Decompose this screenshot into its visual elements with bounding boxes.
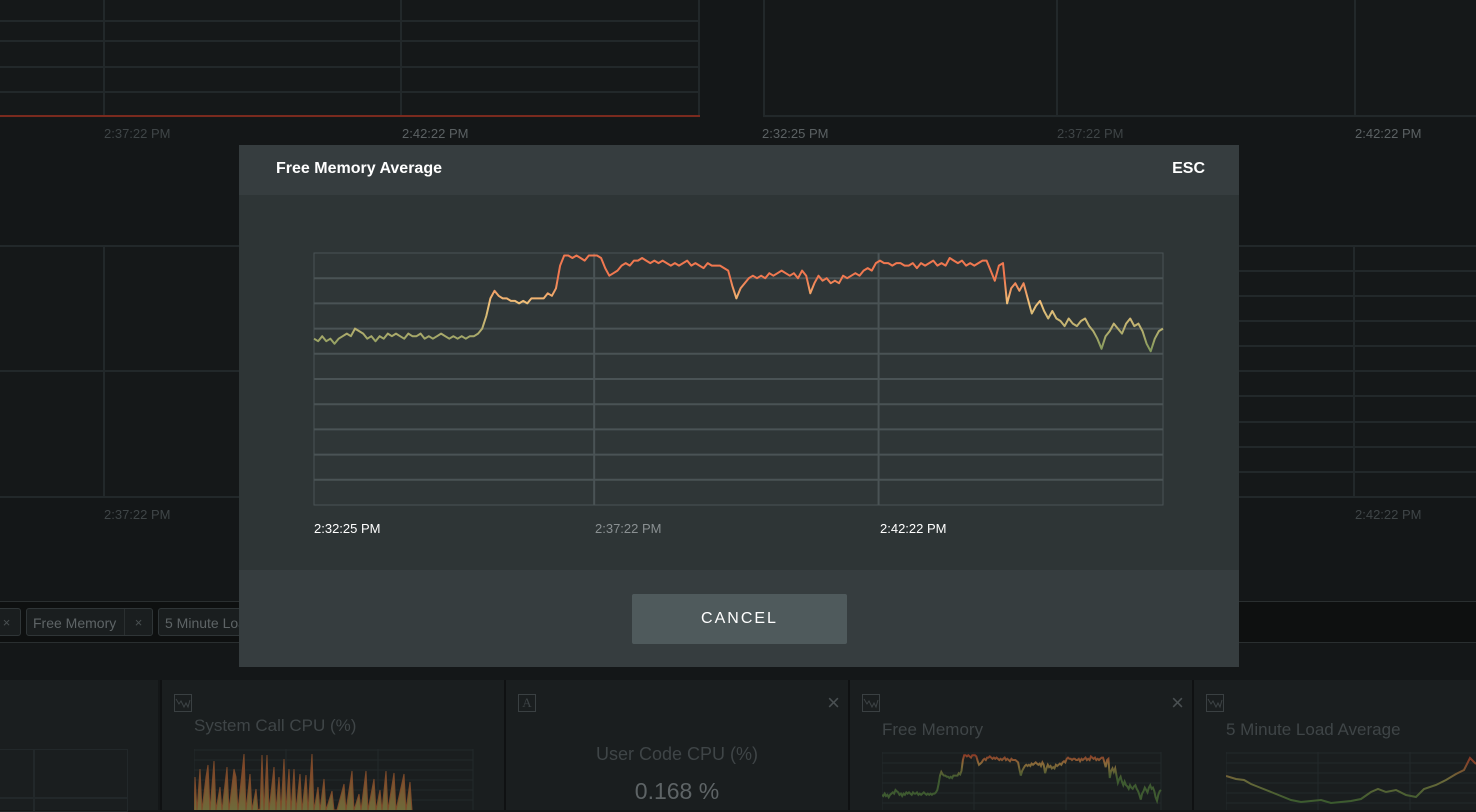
bg-tick: 2:37:22 PM xyxy=(104,507,171,522)
metric-value: 0.168 % xyxy=(634,778,720,804)
bg-tick: 2:42:22 PM xyxy=(1355,507,1422,522)
widget-card-5-minute-load[interactable]: 5 Minute Load Average xyxy=(1192,680,1476,810)
line-chart-icon xyxy=(862,694,880,712)
bg-tick: 2:42:22 PM xyxy=(1355,126,1422,141)
card-title: System Call CPU (%) xyxy=(194,716,357,735)
x-tick-label: 2:42:22 PM xyxy=(880,521,947,536)
tag-label: Free Memory xyxy=(33,615,117,631)
metric-tag[interactable]: × xyxy=(0,608,21,636)
mini-chart xyxy=(0,749,128,812)
widget-card-system-call-cpu[interactable]: System Call CPU (%) xyxy=(160,680,504,810)
system-call-cpu-mini-chart xyxy=(194,749,474,810)
card-title: User Code CPU (%) xyxy=(595,744,759,764)
close-icon[interactable]: × xyxy=(827,690,840,716)
load-average-mini-chart xyxy=(1226,752,1476,810)
x-tick-label: 2:37:22 PM xyxy=(595,521,662,536)
card-title: 5 Minute Load Average xyxy=(1226,720,1401,739)
widget-card-user-code-cpu[interactable]: A × User Code CPU (%) 0.168 % xyxy=(504,680,848,810)
widget-card[interactable] xyxy=(0,680,158,812)
modal-dialog: Free Memory Average ESC 2:32:25 PM 2:37:… xyxy=(239,145,1239,667)
bg-tick: 2:37:22 PM xyxy=(1057,126,1124,141)
bg-panel-mid-left xyxy=(0,245,239,498)
bg-panel-top-left xyxy=(0,0,700,118)
bg-panel-mid-right xyxy=(1239,245,1476,498)
line-chart-icon xyxy=(174,694,192,712)
bg-tick: 2:37:22 PM xyxy=(104,126,171,141)
bg-panel-top-right xyxy=(763,0,1476,118)
free-memory-mini-chart xyxy=(882,752,1162,810)
mini-series-line xyxy=(882,753,1162,805)
modal-footer: CANCEL xyxy=(239,570,1239,667)
line-chart-icon xyxy=(1206,694,1224,712)
metric-tag-free-memory[interactable]: Free Memory × xyxy=(26,608,153,636)
bg-series-line xyxy=(0,115,700,117)
text-icon: A xyxy=(518,694,536,712)
bg-tick: 2:32:25 PM xyxy=(762,126,829,141)
card-title: Free Memory xyxy=(882,720,984,739)
remove-tag-button[interactable]: × xyxy=(124,609,152,635)
widget-card-free-memory[interactable]: × Free Memory xyxy=(848,680,1192,810)
remove-tag-button[interactable]: × xyxy=(0,609,20,635)
close-icon[interactable]: × xyxy=(1171,690,1184,716)
bg-tick: 2:42:22 PM xyxy=(402,126,469,141)
tag-label: 5 Minute Loa xyxy=(165,615,246,631)
x-tick-label: 2:32:25 PM xyxy=(314,521,381,536)
cancel-button[interactable]: CANCEL xyxy=(632,594,847,644)
free-memory-average-chart xyxy=(313,252,1164,506)
